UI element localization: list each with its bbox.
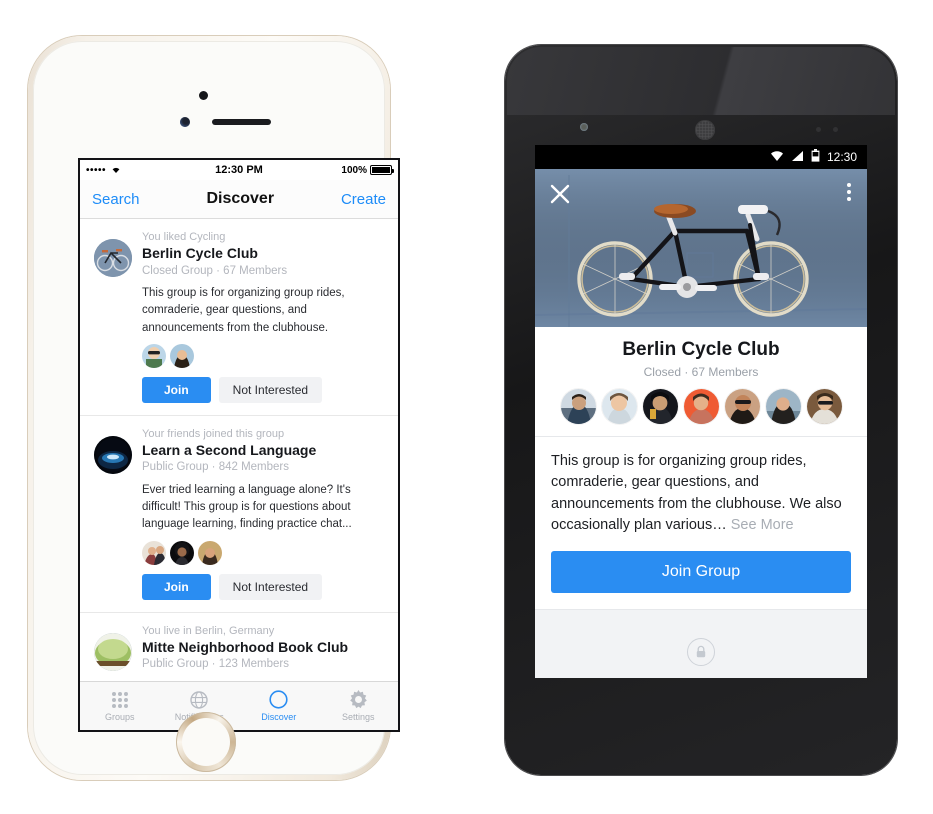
group-description: This group is for organizing group rides… [142,287,345,334]
discover-group-list[interactable]: You liked Cycling Berlin Cycle Club Clos… [80,219,398,677]
group-name[interactable]: Learn a Second Language [142,442,316,460]
group-description: Ever tried learning a language alone? It… [142,483,352,531]
group-context-label: You liked Cycling [142,231,226,243]
description-text: This group is for organizing group rides… [551,453,842,534]
signal-icon [791,150,804,165]
group-context-label: Your friends joined this group [142,427,285,440]
front-camera-icon [199,91,208,100]
group-name: Berlin Cycle Club [622,339,780,360]
group-privacy-members: Public Group · 842 Members [142,461,290,474]
join-button[interactable]: Join [142,573,211,600]
group-cover-photo [535,169,867,327]
group-avatar [94,632,132,671]
tab-discover[interactable]: Discover [239,682,319,730]
group-privacy-members: Public Group · 123 Members [142,658,290,670]
friend-avatars [142,343,384,368]
member-avatars[interactable] [535,389,867,424]
battery-icon [811,149,820,165]
status-time: 12:30 PM [215,164,263,176]
gear-icon [349,690,368,709]
group-privacy-members: Closed · 67 Members [643,365,759,379]
grid-icon [111,690,128,709]
status-time: 12:30 [826,150,857,164]
search-button[interactable]: Search [92,191,140,208]
group-description: This group is for organizing group rides… [535,437,867,537]
proximity-sensor-icon [180,117,190,127]
group-context-label: You live in Berlin, Germany [142,624,275,637]
group-meta: Your friends joined this group Learn a S… [142,426,316,474]
join-button[interactable]: Join [142,376,211,403]
avatar [170,343,194,368]
avatar [142,343,166,368]
screenshot-canvas: ••••• 12:30 PM 100% Search Discover Crea… [0,0,933,814]
avatar[interactable] [642,389,678,424]
ios-nav-bar: Search Discover Create [80,180,398,219]
group-detail-body: Berlin Cycle Club Closed · 67 Members Th… [535,327,867,609]
group-header: You liked Cycling Berlin Cycle Club Clos… [94,229,384,277]
group-meta: You liked Cycling Berlin Cycle Club Clos… [142,229,287,277]
proximity-sensor-icon [816,127,821,132]
tab-groups[interactable]: Groups [80,682,160,730]
android-device-frame: 12:30 Berlin Cycle Club Closed · 67 Memb… [505,45,897,775]
group-header: Your friends joined this group Learn a S… [94,426,384,474]
android-status-bar: 12:30 [535,145,867,169]
group-header: You live in Berlin, Germany Mitte Neighb… [94,623,384,671]
overflow-menu-icon[interactable] [847,183,851,201]
ios-tab-bar: Groups Notifications Discover [80,681,398,730]
tab-label: Groups [104,712,135,722]
avatar[interactable] [765,389,801,424]
home-button[interactable] [176,712,236,772]
group-privacy-members: Closed Group · 67 Members [142,264,288,277]
battery-icon [370,165,394,175]
avatar[interactable] [683,389,719,424]
group-meta: You live in Berlin, Germany Mitte Neighb… [142,623,348,671]
friend-avatars [142,540,384,565]
android-glass-top [507,47,895,115]
avatar [142,540,166,565]
group-avatar [94,435,132,474]
group-avatar [94,239,132,277]
create-button[interactable]: Create [341,191,386,208]
avatar[interactable] [560,389,596,424]
iphone-device-frame: ••••• 12:30 PM 100% Search Discover Crea… [28,36,398,780]
iphone-screen: ••••• 12:30 PM 100% Search Discover Crea… [80,160,398,730]
tab-settings[interactable]: Settings [319,682,399,730]
wifi-icon [770,150,784,165]
avatar [170,540,194,565]
privacy-notice: Only members can see posts [535,608,867,678]
group-card[interactable]: Your friends joined this group Learn a S… [80,414,398,612]
group-card[interactable]: You live in Berlin, Germany Mitte Neighb… [80,611,398,678]
page-title: Discover [206,190,275,207]
see-more-link[interactable]: See More [731,517,794,533]
group-card[interactable]: You liked Cycling Berlin Cycle Club Clos… [80,219,398,415]
compass-icon [269,690,288,709]
light-sensor-icon [833,127,838,132]
not-interested-button[interactable]: Not Interested [218,573,323,600]
globe-icon [190,690,208,709]
tab-label: Discover [261,712,297,722]
earpiece-speaker-icon [695,120,715,140]
group-name[interactable]: Berlin Cycle Club [142,245,287,263]
ios-status-bar: ••••• 12:30 PM 100% [80,160,398,180]
avatar[interactable] [724,389,760,424]
avatar[interactable] [806,389,842,424]
group-actions: Join Not Interested [142,573,384,600]
avatar [198,540,222,565]
join-group-button[interactable]: Join Group [551,550,851,593]
earpiece-speaker-icon [212,119,271,125]
tab-label: Settings [341,712,375,722]
avatar[interactable] [601,389,637,424]
not-interested-button[interactable]: Not Interested [218,376,323,403]
group-actions: Join Not Interested [142,376,384,403]
lock-icon [687,637,715,666]
android-screen: 12:30 Berlin Cycle Club Closed · 67 Memb… [535,145,867,678]
close-icon[interactable] [549,183,571,205]
group-name[interactable]: Mitte Neighborhood Book Club [142,639,348,657]
front-camera-icon [580,123,588,131]
